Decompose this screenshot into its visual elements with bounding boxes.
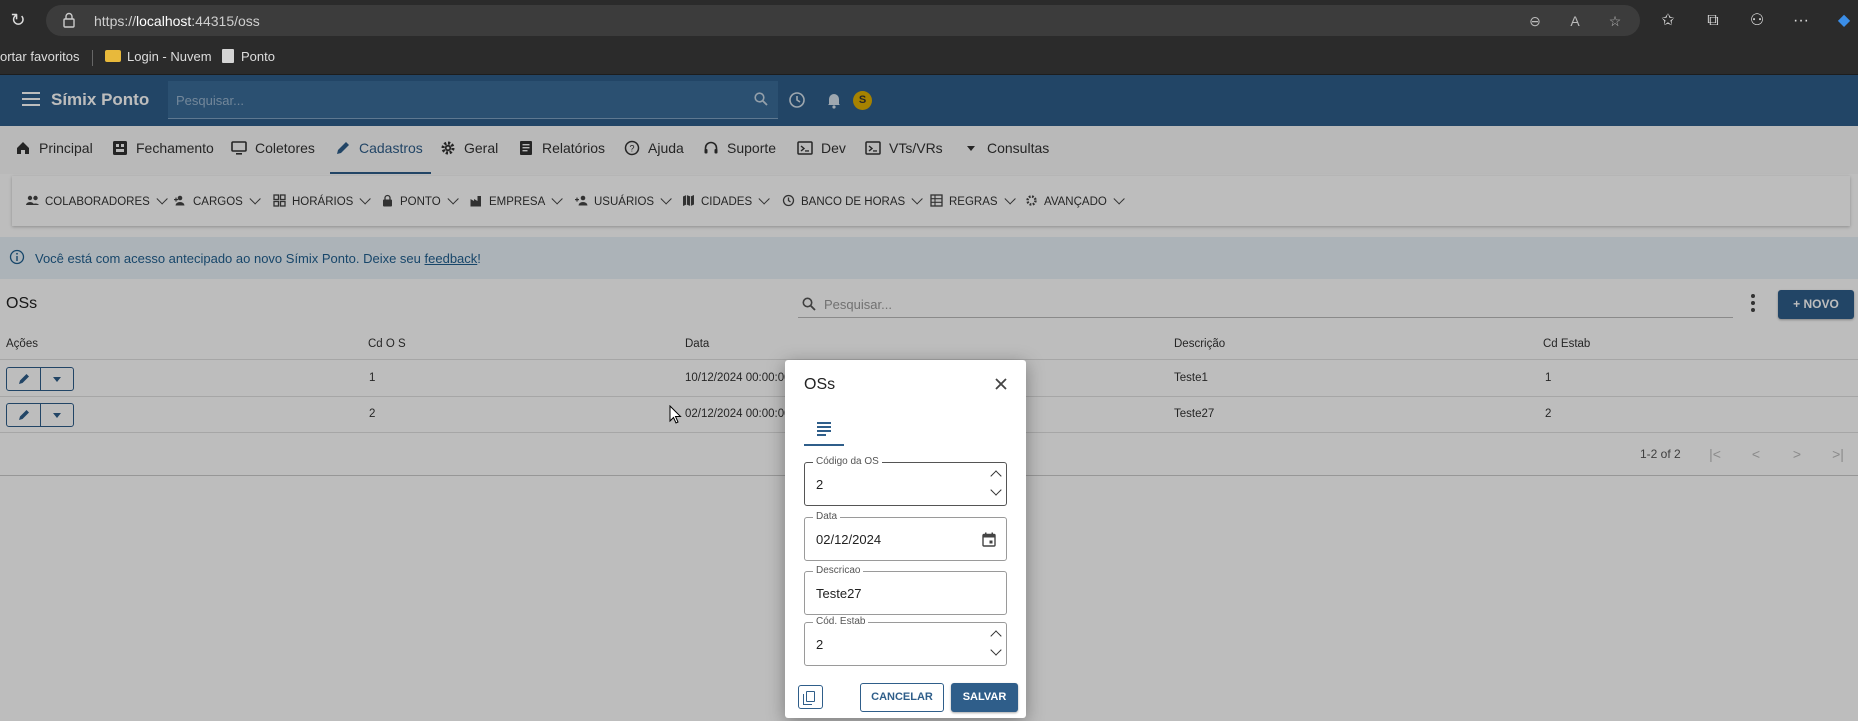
descricao-value: Teste27 [816, 586, 862, 601]
bookmarks-divider [92, 50, 93, 66]
cod-estab-value: 2 [816, 637, 824, 652]
tab-details[interactable] [804, 414, 844, 446]
lock-icon [63, 12, 75, 28]
codigo-os-value: 2 [816, 477, 824, 492]
browser-toolbar: ↻ https://localhost:44315/oss ⊖ A ☆ ✩ ⧉ … [0, 0, 1858, 41]
bookmark-ponto[interactable]: Ponto [222, 49, 275, 64]
calendar-icon[interactable] [982, 532, 996, 547]
reload-icon[interactable]: ↻ [8, 10, 28, 30]
save-button[interactable]: SALVAR [951, 683, 1018, 712]
chevron-down-icon[interactable] [990, 484, 1002, 496]
url-path: :44315/oss [191, 13, 260, 29]
cancel-button[interactable]: CANCELAR [860, 683, 944, 712]
list-lines-icon [817, 422, 831, 438]
mouse-cursor-icon [669, 405, 682, 424]
extensions-icon[interactable]: ⚇ [1747, 11, 1767, 31]
url-prefix: https:// [94, 13, 137, 29]
number-stepper[interactable] [990, 467, 1002, 501]
collections-icon[interactable]: ⧉ [1703, 11, 1723, 31]
url-text[interactable]: https://localhost:44315/oss [94, 13, 260, 29]
page-icon [222, 49, 234, 63]
close-icon[interactable] [994, 377, 1008, 391]
favorites-icon[interactable]: ✩ [1658, 11, 1678, 31]
read-aloud-icon[interactable]: A [1566, 12, 1584, 30]
os-edit-dialog: OSs Código da OS 2 Data 02/12/2024 Descr… [785, 360, 1026, 718]
bookmarks-bar: ortar favoritos Login - Nuvem Ponto [0, 41, 1858, 75]
bookmark-import-favorites[interactable]: ortar favoritos [0, 49, 79, 64]
data-field[interactable]: Data 02/12/2024 [804, 511, 1007, 561]
bookmark-folder-login[interactable]: Login - Nuvem [105, 49, 212, 64]
address-bar[interactable]: https://localhost:44315/oss ⊖ A ☆ [46, 5, 1640, 36]
dialog-title: OSs [804, 376, 836, 393]
chevron-up-icon[interactable] [990, 630, 1002, 642]
descricao-field[interactable]: Descricao Teste27 [804, 565, 1007, 615]
chevron-down-icon[interactable] [990, 644, 1002, 656]
copy-icon-back [803, 694, 812, 705]
bookmark-label: Ponto [241, 49, 275, 64]
copilot-icon[interactable]: ◆ [1834, 11, 1854, 31]
favorite-star-icon[interactable]: ☆ [1606, 12, 1624, 30]
folder-icon [105, 50, 121, 62]
codigo-os-field[interactable]: Código da OS 2 [804, 456, 1007, 506]
copy-button[interactable] [798, 685, 823, 709]
more-menu-icon[interactable]: ··· [1791, 11, 1811, 31]
bookmark-label: Login - Nuvem [127, 49, 212, 64]
chevron-up-icon[interactable] [990, 470, 1002, 482]
codigo-os-label: Código da OS [813, 456, 882, 467]
data-label: Data [813, 511, 841, 522]
url-host: localhost [136, 13, 192, 29]
number-stepper[interactable] [990, 627, 1002, 661]
descricao-label: Descricao [813, 565, 864, 576]
data-value: 02/12/2024 [816, 532, 882, 547]
cod-estab-label: Cód. Estab [813, 616, 869, 627]
zoom-out-icon[interactable]: ⊖ [1526, 12, 1544, 30]
cod-estab-field[interactable]: Cód. Estab 2 [804, 616, 1007, 666]
